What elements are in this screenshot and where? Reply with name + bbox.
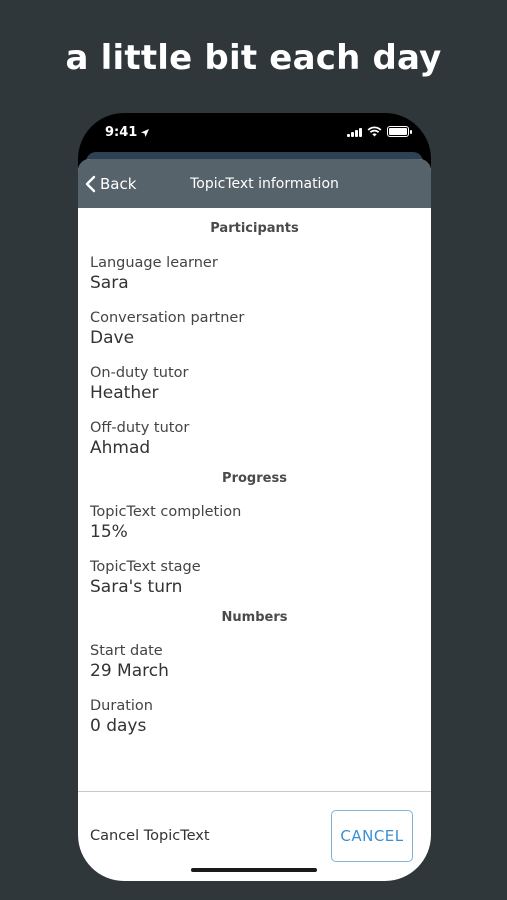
field-value: 29 March <box>90 661 169 681</box>
field-value: Sara <box>90 273 129 293</box>
cellular-signal-icon <box>347 127 362 137</box>
field-topictext-stage: TopicText stage Sara's turn <box>90 558 419 598</box>
field-value: Ahmad <box>90 438 151 458</box>
field-language-learner: Language learner Sara <box>90 254 419 294</box>
section-header-progress: Progress <box>222 471 287 486</box>
field-start-date: Start date 29 March <box>90 642 419 682</box>
page-title: TopicText information <box>190 175 339 192</box>
field-value: Heather <box>90 383 159 403</box>
field-label: TopicText stage <box>90 559 201 575</box>
status-bar: 9:41 <box>78 113 431 153</box>
field-duration: Duration 0 days <box>90 697 419 737</box>
field-label: On-duty tutor <box>90 365 189 381</box>
field-value: 15% <box>90 522 128 542</box>
field-value: Dave <box>90 328 135 348</box>
navigation-bar: Back TopicText information <box>78 159 431 208</box>
section-header-participants: Participants <box>210 221 299 236</box>
field-value: Sara's turn <box>90 577 183 597</box>
wifi-icon <box>367 126 382 137</box>
info-content: Participants Language learner Sara Conve… <box>78 208 431 737</box>
battery-icon <box>387 126 412 137</box>
section-header-numbers: Numbers <box>221 610 288 625</box>
field-label: Language learner <box>90 255 218 271</box>
field-topictext-completion: TopicText completion 15% <box>90 503 419 543</box>
field-label: Conversation partner <box>90 310 245 326</box>
phone-frame: 9:41 Back TopicText information Particip… <box>78 113 431 881</box>
field-off-duty-tutor: Off-duty tutor Ahmad <box>90 419 419 459</box>
home-indicator <box>191 868 317 872</box>
field-value: 0 days <box>90 716 147 736</box>
headline: a little bit each day <box>65 38 442 78</box>
cancel-button[interactable]: CANCEL <box>331 810 413 862</box>
cancel-topictext-label: Cancel TopicText <box>90 828 210 844</box>
field-label: Start date <box>90 643 163 659</box>
status-indicators <box>347 126 412 137</box>
field-label: Off-duty tutor <box>90 420 190 436</box>
status-time: 9:41 <box>105 125 150 140</box>
location-arrow-icon <box>141 128 150 137</box>
field-label: TopicText completion <box>90 504 242 520</box>
field-conversation-partner: Conversation partner Dave <box>90 309 419 349</box>
status-time-label: 9:41 <box>105 125 138 140</box>
field-label: Duration <box>90 698 153 714</box>
app-screen: Back TopicText information Participants … <box>78 159 431 881</box>
field-on-duty-tutor: On-duty tutor Heather <box>90 364 419 404</box>
